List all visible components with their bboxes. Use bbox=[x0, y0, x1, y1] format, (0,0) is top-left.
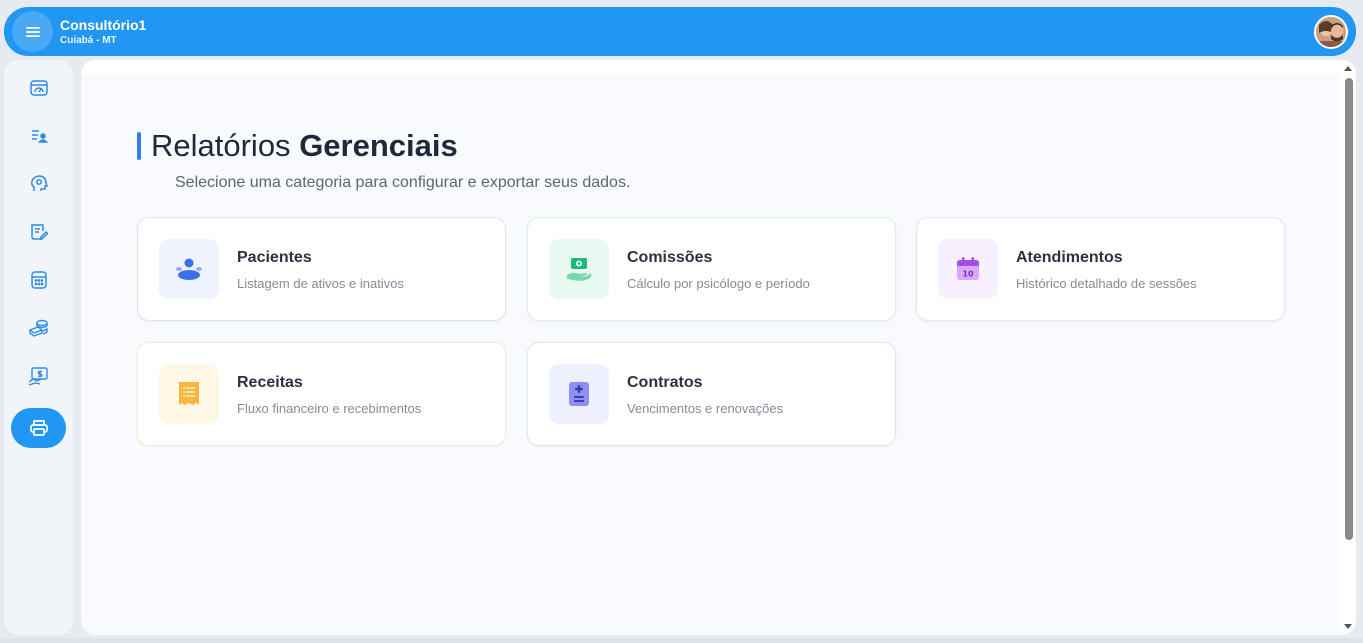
card-contratos[interactable]: Contratos Vencimentos e renovações bbox=[527, 342, 896, 446]
card-icon-box bbox=[159, 239, 219, 299]
patients-list-icon bbox=[31, 130, 48, 143]
sidebar bbox=[4, 60, 73, 635]
svg-text:10: 10 bbox=[962, 270, 974, 279]
clinic-location: Cuiabá - MT bbox=[60, 35, 117, 46]
sidebar-item-patients[interactable] bbox=[11, 116, 66, 156]
card-icon-box: 10 bbox=[938, 239, 998, 299]
reports-content: Relatórios Gerenciais Selecione uma cate… bbox=[81, 74, 1341, 635]
scroll-up-arrow-icon[interactable] bbox=[1344, 66, 1352, 71]
commission-icon bbox=[567, 258, 592, 281]
calendar-icon: 10 bbox=[957, 257, 979, 280]
card-icon-box bbox=[159, 364, 219, 424]
money-icon bbox=[28, 319, 48, 337]
card-icon-box bbox=[549, 239, 609, 299]
card-description: Listagem de ativos e inativos bbox=[237, 276, 404, 291]
main-panel: Relatórios Gerenciais Selecione uma cate… bbox=[81, 60, 1356, 635]
card-comissoes[interactable]: Comissões Cálculo por psicólogo e períod… bbox=[527, 217, 896, 321]
calculator-icon bbox=[30, 271, 47, 289]
sidebar-item-psychology[interactable] bbox=[11, 164, 66, 204]
card-description: Histórico detalhado de sessões bbox=[1016, 276, 1197, 291]
card-description: Vencimentos e renovações bbox=[627, 401, 784, 416]
sidebar-item-contracts[interactable] bbox=[11, 212, 66, 252]
card-title: Atendimentos bbox=[1016, 249, 1123, 266]
page-title-regular: Relatórios bbox=[151, 128, 291, 163]
sidebar-item-calculator[interactable] bbox=[11, 260, 66, 300]
sidebar-item-finance[interactable] bbox=[11, 308, 66, 348]
page-title: Relatórios Gerenciais bbox=[151, 128, 458, 164]
card-title: Receitas bbox=[237, 374, 303, 391]
card-title: Comissões bbox=[627, 249, 713, 266]
dashboard-icon bbox=[29, 80, 48, 96]
card-description: Cálculo por psicólogo e período bbox=[627, 276, 810, 291]
contract-edit-icon bbox=[30, 224, 49, 241]
scrollbar-thumb[interactable] bbox=[1345, 78, 1353, 540]
users-icon bbox=[176, 258, 202, 280]
card-title: Contratos bbox=[627, 374, 703, 391]
printer-icon bbox=[29, 420, 48, 436]
receipt-icon bbox=[179, 382, 199, 405]
card-title: Pacientes bbox=[237, 249, 312, 266]
menu-button[interactable] bbox=[12, 11, 53, 52]
page-subtitle: Selecione uma categoria para configurar … bbox=[175, 174, 631, 191]
card-receitas[interactable]: Receitas Fluxo financeiro e recebimentos bbox=[137, 342, 506, 446]
menu-icon bbox=[25, 26, 40, 37]
top-bar: Consultório1 Cuiabá - MT bbox=[4, 7, 1356, 56]
card-icon-box bbox=[549, 364, 609, 424]
card-description: Fluxo financeiro e recebimentos bbox=[237, 401, 422, 416]
sidebar-item-finance-report[interactable] bbox=[11, 356, 66, 396]
psychology-icon bbox=[30, 175, 48, 191]
vertical-scrollbar[interactable] bbox=[1341, 60, 1356, 635]
sidebar-item-reports[interactable] bbox=[11, 408, 66, 448]
heading-accent bbox=[137, 132, 141, 160]
bottom-strip bbox=[0, 638, 1363, 643]
user-avatar[interactable] bbox=[1314, 15, 1348, 49]
finance-report-icon bbox=[28, 367, 48, 386]
card-pacientes[interactable]: Pacientes Listagem de ativos e inativos bbox=[137, 217, 506, 321]
scroll-down-arrow-icon[interactable] bbox=[1344, 624, 1352, 629]
page-title-bold: Gerenciais bbox=[299, 128, 458, 163]
avatar-photo-icon bbox=[1316, 17, 1346, 47]
sidebar-item-dashboard[interactable] bbox=[11, 68, 66, 108]
contract-icon bbox=[569, 382, 589, 406]
card-atendimentos[interactable]: 10 Atendimentos Histórico detalhado de s… bbox=[916, 217, 1285, 321]
clinic-name: Consultório1 bbox=[60, 17, 147, 33]
